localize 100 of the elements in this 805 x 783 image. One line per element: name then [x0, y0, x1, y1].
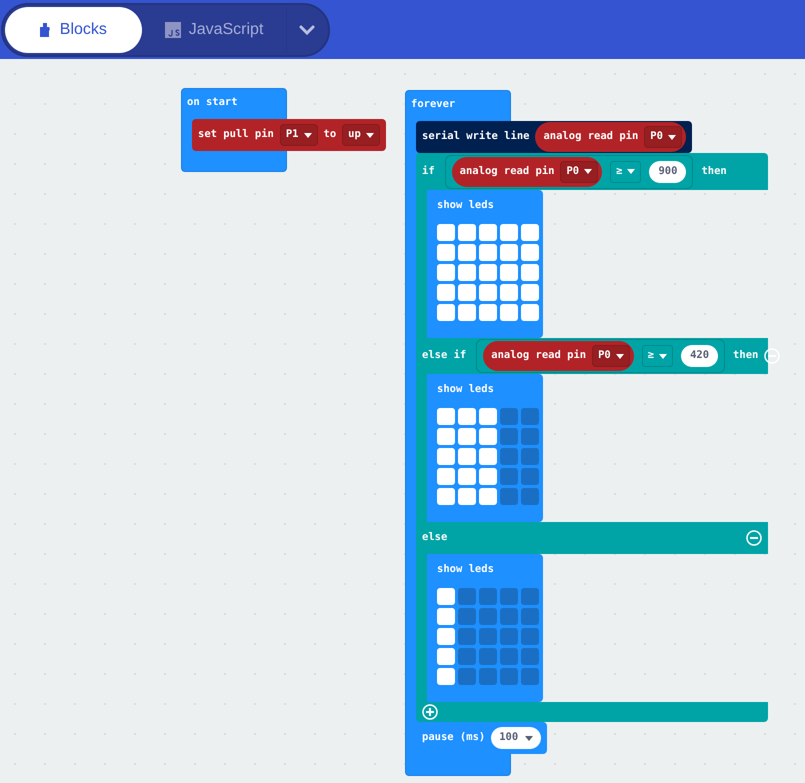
led-cell[interactable]	[458, 304, 476, 321]
led-cell[interactable]	[521, 588, 539, 605]
led-cell[interactable]	[458, 284, 476, 301]
led-cell[interactable]	[458, 428, 476, 445]
led-cell[interactable]	[437, 428, 455, 445]
led-cell[interactable]	[521, 408, 539, 425]
led-cell[interactable]	[479, 244, 497, 261]
editor-tab[interactable]: Blocks	[5, 6, 142, 52]
led-cell[interactable]	[521, 468, 539, 485]
caret-icon	[584, 169, 592, 174]
led-cell[interactable]	[437, 648, 455, 665]
led-cell[interactable]	[479, 284, 497, 301]
led-cell[interactable]	[521, 264, 539, 281]
led-cell[interactable]	[437, 608, 455, 625]
javascript-icon	[164, 22, 181, 38]
led-cell[interactable]	[500, 668, 518, 685]
led-cell[interactable]	[437, 264, 455, 281]
led-cell[interactable]	[479, 488, 497, 505]
led-cell[interactable]	[500, 408, 518, 425]
led-cell[interactable]	[500, 264, 518, 281]
led-cell[interactable]	[479, 668, 497, 685]
led-cell[interactable]	[458, 608, 476, 625]
pin-dropdown[interactable]: P1	[280, 124, 318, 146]
caret-icon	[304, 132, 312, 138]
pin-dropdown[interactable]: P0	[644, 126, 682, 148]
led-cell[interactable]	[458, 468, 476, 485]
led-cell[interactable]	[458, 244, 476, 261]
led-cell[interactable]	[479, 224, 497, 241]
led-cell[interactable]	[458, 448, 476, 465]
led-cell[interactable]	[458, 628, 476, 645]
led-cell[interactable]	[500, 244, 518, 261]
led-cell[interactable]	[521, 488, 539, 505]
led-cell[interactable]	[458, 588, 476, 605]
led-cell[interactable]	[479, 648, 497, 665]
led-cell[interactable]	[437, 628, 455, 645]
led-cell[interactable]	[500, 304, 518, 321]
number-field[interactable]: 900	[649, 160, 686, 182]
pin-dropdown[interactable]: P0	[592, 345, 630, 367]
led-cell[interactable]	[458, 668, 476, 685]
caret-icon	[627, 169, 636, 174]
led-cell[interactable]	[521, 284, 539, 301]
led-cell[interactable]	[479, 408, 497, 425]
led-cell[interactable]	[437, 668, 455, 685]
block-label: then	[733, 348, 758, 364]
caret-icon	[366, 132, 374, 138]
led-cell[interactable]	[500, 224, 518, 241]
led-cell[interactable]	[521, 628, 539, 645]
led-cell[interactable]	[479, 264, 497, 281]
led-cell[interactable]	[521, 244, 539, 261]
editor-tab[interactable]: JavaScript	[142, 6, 286, 52]
led-cell[interactable]	[479, 608, 497, 625]
led-cell[interactable]	[521, 224, 539, 241]
pin-dropdown[interactable]: up	[342, 124, 380, 146]
led-cell[interactable]	[437, 468, 455, 485]
led-cell[interactable]	[437, 448, 455, 465]
led-cell[interactable]	[437, 488, 455, 505]
block-label: analog read pin	[491, 348, 586, 364]
led-cell[interactable]	[500, 648, 518, 665]
led-cell[interactable]	[521, 448, 539, 465]
led-cell[interactable]	[500, 588, 518, 605]
led-cell[interactable]	[500, 488, 518, 505]
led-cell[interactable]	[437, 244, 455, 261]
block-label: serial write line	[422, 129, 530, 144]
remove-branch-icon	[746, 530, 762, 546]
led-cell[interactable]	[500, 428, 518, 445]
led-cell[interactable]	[521, 304, 539, 321]
led-cell[interactable]	[458, 408, 476, 425]
led-cell[interactable]	[479, 628, 497, 645]
led-cell[interactable]	[500, 468, 518, 485]
block-label: show leds	[437, 382, 495, 397]
caret-icon	[525, 736, 534, 740]
led-cell[interactable]	[479, 588, 497, 605]
block-label: if	[422, 164, 435, 179]
led-cell[interactable]	[500, 284, 518, 301]
led-cell[interactable]	[479, 304, 497, 321]
led-cell[interactable]	[458, 648, 476, 665]
led-cell[interactable]	[479, 448, 497, 465]
pin-dropdown[interactable]: P0	[560, 160, 598, 182]
led-cell[interactable]	[500, 628, 518, 645]
led-cell[interactable]	[500, 448, 518, 465]
remove-branch-icon	[764, 348, 780, 364]
led-cell[interactable]	[437, 408, 455, 425]
led-cell[interactable]	[521, 648, 539, 665]
led-cell[interactable]	[458, 488, 476, 505]
led-cell[interactable]	[521, 608, 539, 625]
led-cell[interactable]	[458, 224, 476, 241]
led-cell[interactable]	[437, 224, 455, 241]
number-field[interactable]: 420	[681, 345, 718, 367]
led-cell[interactable]	[500, 608, 518, 625]
block-label: else	[422, 530, 448, 546]
led-cell[interactable]	[458, 264, 476, 281]
led-cell[interactable]	[479, 468, 497, 485]
led-cell[interactable]	[437, 304, 455, 321]
led-cell[interactable]	[437, 588, 455, 605]
led-cell[interactable]	[521, 428, 539, 445]
led-cell[interactable]	[479, 428, 497, 445]
led-cell[interactable]	[521, 668, 539, 685]
led-cell[interactable]	[437, 284, 455, 301]
number-dropdown[interactable]: 100	[491, 727, 542, 749]
block-label: analog read pin	[460, 164, 554, 179]
